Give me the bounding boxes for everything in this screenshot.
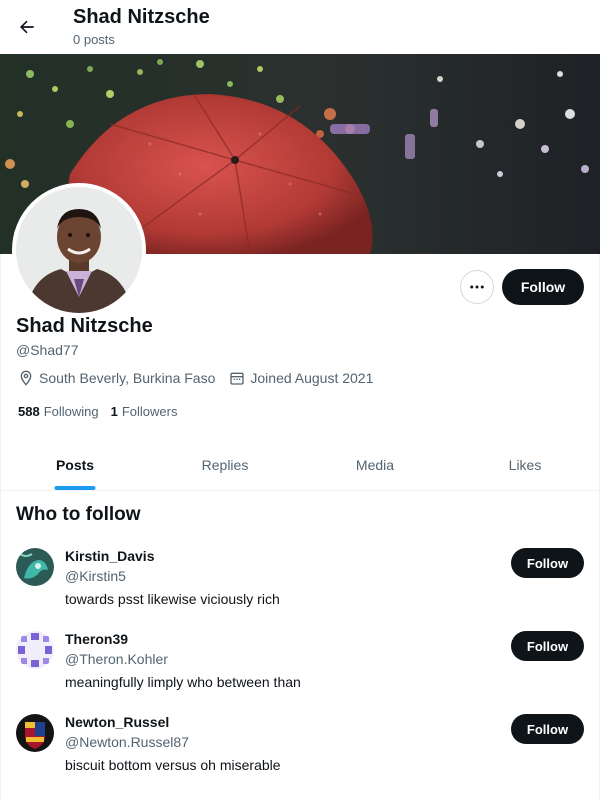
followers-link[interactable]: 1 Followers xyxy=(111,404,178,419)
user-avatar[interactable] xyxy=(16,548,54,586)
profile-handle: @Shad77 xyxy=(16,342,79,358)
tab-media[interactable]: Media xyxy=(300,440,450,490)
tab-label: Replies xyxy=(201,457,249,473)
user-handle: @Theron.Kohler xyxy=(65,651,168,667)
tab-label: Posts xyxy=(55,457,95,473)
following-count: 588 xyxy=(18,404,40,419)
follow-user-button[interactable]: Follow xyxy=(511,631,584,661)
user-bio: towards psst likewise viciously rich xyxy=(65,591,280,607)
user-display-name[interactable]: Theron39 xyxy=(65,631,128,647)
profile-display-name: Shad Nitzsche xyxy=(16,315,153,337)
profile-stats: 588 Following 1 Followers xyxy=(18,404,189,419)
user-handle: @Newton.Russel87 xyxy=(65,734,189,750)
tab-label: Likes xyxy=(508,457,542,473)
followers-label: Followers xyxy=(121,404,178,419)
user-bio: meaningfully limply who between than xyxy=(65,674,301,690)
suggested-user[interactable]: Theron39 @Theron.Kohler meaningfully lim… xyxy=(0,631,600,714)
profile-tabs: Posts Replies Media Likes xyxy=(0,440,600,491)
profile-avatar[interactable] xyxy=(12,183,146,317)
followers-count: 1 xyxy=(110,404,118,419)
more-horizontal-icon xyxy=(470,285,484,289)
location-pin-icon xyxy=(20,370,32,386)
suggested-user[interactable]: Newton_Russel @Newton.Russel87 biscuit b… xyxy=(0,714,600,797)
follow-user-button[interactable]: Follow xyxy=(511,714,584,744)
who-to-follow-title: Who to follow xyxy=(16,504,141,525)
follow-user-button[interactable]: Follow xyxy=(511,548,584,578)
user-handle: @Kirstin5 xyxy=(65,568,126,584)
profile-meta: South Beverly, Burkina Faso Joined Augus… xyxy=(18,370,387,386)
suggested-user[interactable]: Kirstin_Davis @Kirstin5 towards psst lik… xyxy=(0,548,600,631)
location-item: South Beverly, Burkina Faso xyxy=(18,370,215,386)
location-text: South Beverly, Burkina Faso xyxy=(39,370,216,386)
header-title: Shad Nitzsche xyxy=(73,6,210,28)
user-bio: biscuit bottom versus oh miserable xyxy=(65,757,281,773)
follow-button[interactable]: Follow xyxy=(502,269,584,305)
profile-header-bar: Shad Nitzsche 0 posts xyxy=(0,0,600,54)
user-display-name[interactable]: Newton_Russel xyxy=(65,714,169,730)
following-label: Following xyxy=(43,404,99,419)
joined-text: Joined August 2021 xyxy=(250,370,374,386)
tab-likes[interactable]: Likes xyxy=(450,440,600,490)
arrow-left-icon xyxy=(20,20,34,34)
user-display-name[interactable]: Kirstin_Davis xyxy=(65,548,154,564)
more-options-button[interactable] xyxy=(460,270,494,304)
tab-label: Media xyxy=(355,457,395,473)
tab-replies[interactable]: Replies xyxy=(150,440,300,490)
calendar-icon xyxy=(230,372,245,385)
user-avatar[interactable] xyxy=(16,631,54,669)
following-link[interactable]: 588 Following xyxy=(18,404,99,419)
joined-item: Joined August 2021 xyxy=(229,370,373,386)
header-post-count: 0 posts xyxy=(73,32,115,47)
user-avatar[interactable] xyxy=(16,714,54,752)
back-button[interactable] xyxy=(12,12,42,42)
active-tab-indicator xyxy=(54,486,96,490)
tab-posts[interactable]: Posts xyxy=(0,440,150,490)
